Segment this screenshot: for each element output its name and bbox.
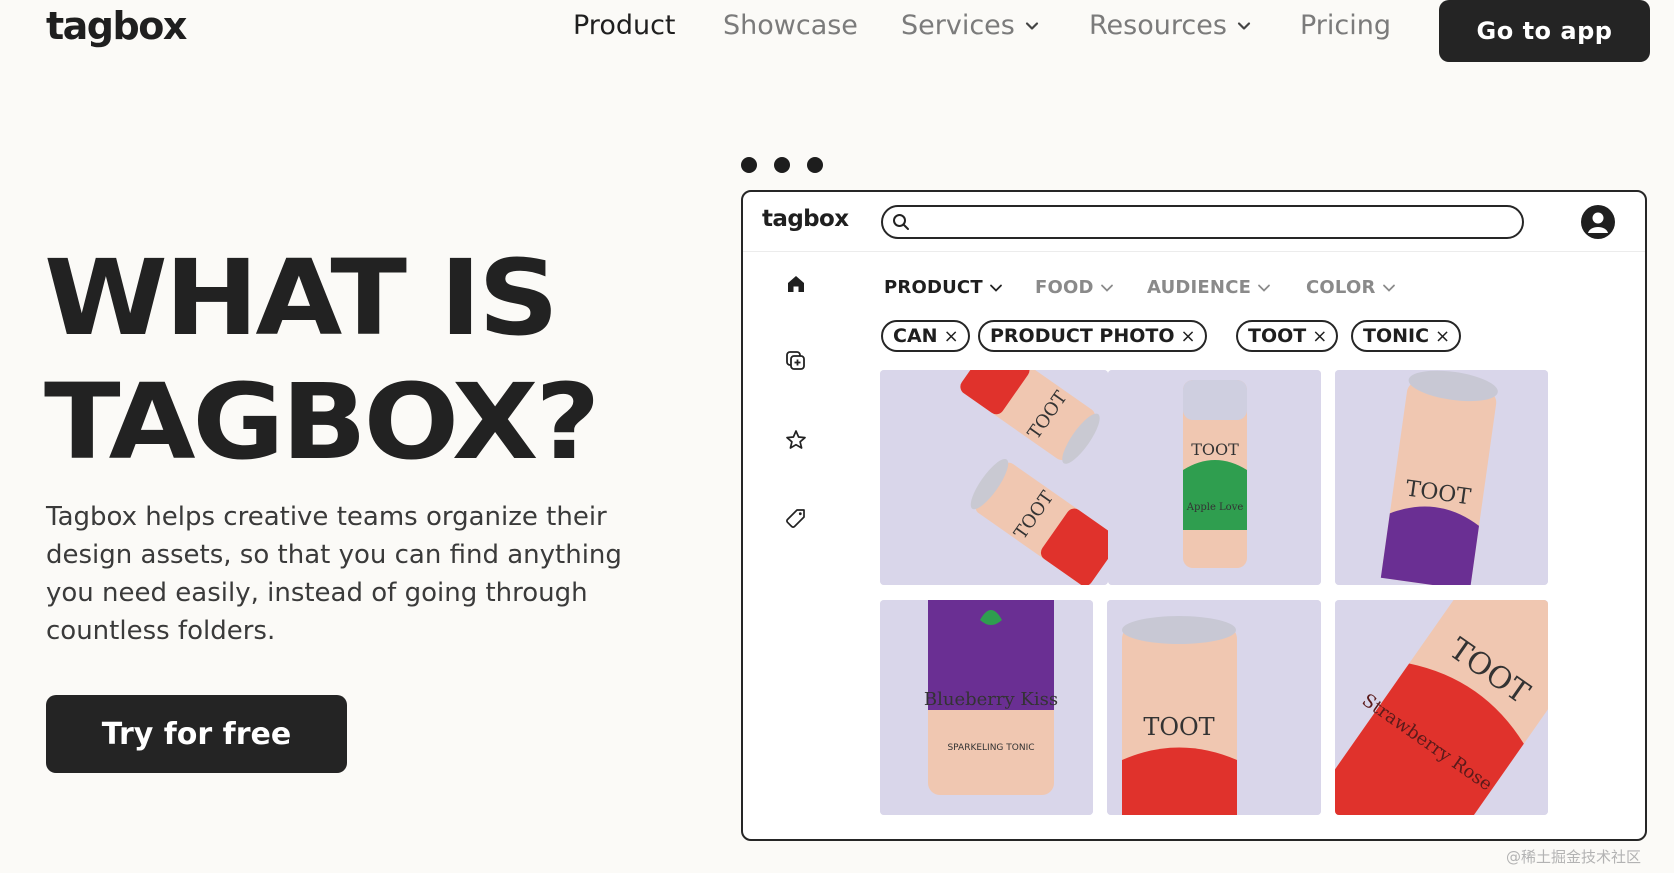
nav-item-label: Product	[573, 10, 676, 41]
nav-item-label: Services	[901, 10, 1015, 41]
chevron-down-icon	[1258, 284, 1271, 292]
window-dot	[774, 157, 790, 173]
home-icon[interactable]	[784, 272, 808, 296]
filter-label: AUDIENCE	[1147, 277, 1252, 298]
user-avatar[interactable]	[1581, 205, 1615, 239]
watermark: @稀土掘金技术社区	[1506, 848, 1642, 866]
remove-tag-icon[interactable]: ×	[1435, 326, 1450, 347]
can-sublabel: SPARKELING TONIC	[947, 743, 1034, 753]
window-dots	[741, 157, 823, 173]
filter-label: FOOD	[1035, 277, 1094, 298]
filter-product[interactable]: PRODUCT	[884, 277, 1003, 298]
go-to-app-button[interactable]: Go to app	[1439, 0, 1650, 62]
add-collection-icon[interactable]	[784, 349, 808, 373]
filter-food[interactable]: FOOD	[1035, 277, 1114, 298]
hero-title-line: WHAT IS	[44, 237, 559, 359]
can-image: TOOT Strawberry Rose	[1335, 600, 1548, 815]
tag-chip-label: PRODUCT PHOTO	[990, 325, 1175, 347]
remove-tag-icon[interactable]: ×	[1181, 326, 1196, 347]
hero-title: WHAT IS TAGBOX?	[44, 236, 600, 484]
asset-thumbnail[interactable]: TOOT	[1107, 600, 1321, 815]
try-for-free-button[interactable]: Try for free	[46, 695, 347, 773]
remove-tag-icon[interactable]: ×	[944, 326, 959, 347]
chevron-down-icon	[1237, 21, 1250, 30]
can-image: TOOT TOOT	[880, 370, 1108, 585]
can-image: Blueberry Kiss SPARKELING TONIC	[880, 600, 1093, 815]
asset-thumbnail[interactable]: TOOT Strawberry Rose	[1335, 600, 1548, 815]
filter-color[interactable]: COLOR	[1306, 277, 1396, 298]
star-icon[interactable]	[784, 428, 808, 452]
tag-icon[interactable]	[784, 507, 808, 531]
nav-item-services[interactable]: Services	[901, 10, 1039, 41]
chevron-down-icon	[1382, 284, 1395, 292]
window-dot	[741, 157, 757, 173]
asset-thumbnail[interactable]: TOOT Apple Love	[1108, 370, 1321, 585]
chevron-down-icon	[989, 284, 1002, 292]
tag-chip[interactable]: CAN ×	[881, 320, 970, 352]
search-input[interactable]	[917, 211, 1512, 233]
tag-chip[interactable]: PRODUCT PHOTO ×	[978, 320, 1207, 352]
filter-audience[interactable]: AUDIENCE	[1147, 277, 1271, 298]
nav-item-pricing[interactable]: Pricing	[1300, 10, 1391, 41]
user-icon	[1588, 212, 1608, 233]
filter-label: COLOR	[1306, 277, 1376, 298]
app-header: tagbox	[743, 192, 1645, 252]
tag-chip-label: CAN	[893, 325, 938, 347]
search-bar[interactable]	[881, 205, 1524, 239]
nav-item-product[interactable]: Product	[573, 10, 676, 41]
filter-label: PRODUCT	[884, 277, 983, 298]
nav-item-showcase[interactable]: Showcase	[723, 10, 858, 41]
can-image: TOOT	[1335, 370, 1548, 585]
nav-item-label: Resources	[1089, 10, 1227, 41]
nav-item-resources[interactable]: Resources	[1089, 10, 1251, 41]
nav-item-label: Showcase	[723, 10, 858, 41]
asset-thumbnail[interactable]: Blueberry Kiss SPARKELING TONIC	[880, 600, 1093, 815]
tag-chip-label: TOOT	[1248, 325, 1307, 347]
hero-title-line: TAGBOX?	[44, 361, 600, 483]
can-label: TOOT	[1143, 713, 1214, 741]
window-dot	[807, 157, 823, 173]
can-image: TOOT	[1107, 600, 1321, 815]
remove-tag-icon[interactable]: ×	[1312, 326, 1327, 347]
can-image: TOOT Apple Love	[1108, 370, 1321, 585]
can-sublabel: Apple Love	[1186, 502, 1244, 513]
search-icon	[893, 214, 909, 230]
can-label: Blueberry Kiss	[924, 689, 1058, 710]
app-logo[interactable]: tagbox	[762, 206, 849, 232]
hero-description: Tagbox helps creative teams organize the…	[46, 502, 622, 646]
top-nav: Product Showcase Services Resources Pric…	[0, 0, 1674, 62]
chevron-down-icon	[1025, 21, 1038, 30]
tag-chip[interactable]: TONIC ×	[1351, 320, 1462, 352]
tag-chip-label: TONIC	[1363, 325, 1430, 347]
app-window: tagbox PRODUCT FOOD AUDIENCE COLOR CAN ×…	[741, 190, 1647, 841]
nav-item-label: Pricing	[1300, 10, 1392, 41]
tag-chip[interactable]: TOOT ×	[1236, 320, 1339, 352]
chevron-down-icon	[1100, 284, 1113, 292]
can-label: TOOT	[1191, 440, 1239, 459]
asset-thumbnail[interactable]: TOOT TOOT	[880, 370, 1108, 585]
asset-thumbnail[interactable]: TOOT	[1335, 370, 1548, 585]
